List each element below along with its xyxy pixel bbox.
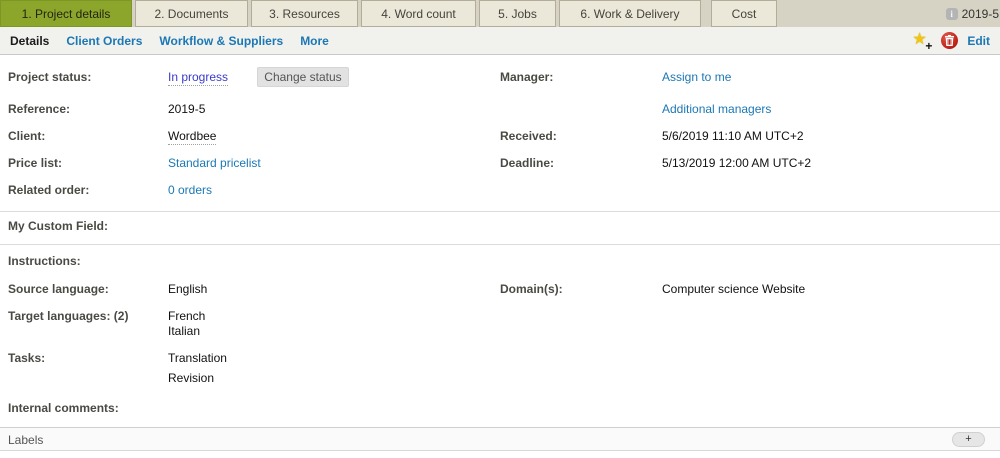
tasks-label: Tasks: — [8, 351, 45, 365]
source-language-label: Source language: — [8, 282, 109, 296]
tab-resources[interactable]: 3. Resources — [251, 0, 358, 27]
trash-icon — [945, 35, 954, 46]
nav-client-orders[interactable]: Client Orders — [66, 34, 142, 48]
received-value: 5/6/2019 11:10 AM UTC+2 — [662, 129, 804, 143]
project-tab-bar: 1. Project details 2. Documents 3. Resou… — [0, 0, 1000, 27]
change-status-button[interactable]: Change status — [257, 67, 349, 87]
tab-word-count[interactable]: 4. Word count — [361, 0, 476, 27]
section-divider — [0, 244, 1000, 245]
additional-managers-link[interactable]: Additional managers — [662, 102, 771, 116]
tab-cost[interactable]: Cost — [711, 0, 777, 27]
project-status-label: Project status: — [8, 70, 91, 84]
task-item: Translation — [168, 351, 227, 365]
nav-workflow-suppliers[interactable]: Workflow & Suppliers — [159, 34, 283, 48]
reference-value: 2019-5 — [168, 102, 205, 116]
related-order-link[interactable]: 0 orders — [168, 183, 212, 197]
project-reference-text: 2019-5 — [962, 7, 999, 21]
project-status-value: In progress — [168, 70, 228, 84]
tab-work-delivery[interactable]: 6. Work & Delivery — [559, 0, 701, 27]
tab-project-details[interactable]: 1. Project details — [0, 0, 132, 27]
nav-more[interactable]: More — [300, 34, 329, 48]
client-label: Client: — [8, 129, 45, 143]
deadline-value: 5/13/2019 12:00 AM UTC+2 — [662, 156, 811, 170]
domains-value: Computer science Website — [662, 282, 805, 296]
project-reference-header: i 2019-5 — [946, 0, 1000, 27]
project-details-panel: Project status: In progress Change statu… — [0, 55, 1000, 457]
add-favorite-icon[interactable]: ★ + — [912, 32, 932, 50]
edit-link[interactable]: Edit — [967, 34, 990, 48]
nav-details[interactable]: Details — [10, 34, 49, 48]
delete-project-icon[interactable] — [941, 32, 958, 49]
target-language-item: French — [168, 309, 205, 323]
task-item: Revision — [168, 371, 214, 385]
target-language-item: Italian — [168, 324, 200, 338]
manager-label: Manager: — [500, 70, 553, 84]
internal-comments-label: Internal comments: — [8, 401, 119, 415]
target-languages-label: Target languages: (2) — [8, 309, 128, 323]
custom-field-label: My Custom Field: — [8, 219, 108, 233]
instructions-label: Instructions: — [8, 254, 81, 268]
domains-label: Domain(s): — [500, 282, 563, 296]
plus-icon: + — [925, 41, 932, 51]
price-list-label: Price list: — [8, 156, 62, 170]
related-order-label: Related order: — [8, 183, 89, 197]
received-label: Received: — [500, 129, 557, 143]
assign-to-me-link[interactable]: Assign to me — [662, 70, 731, 84]
reference-label: Reference: — [8, 102, 70, 116]
labels-bar: Labels + — [0, 427, 1000, 451]
price-list-link[interactable]: Standard pricelist — [168, 156, 261, 170]
section-divider — [0, 211, 1000, 212]
tab-documents[interactable]: 2. Documents — [135, 0, 248, 27]
client-value: Wordbee — [168, 129, 216, 143]
add-label-button[interactable]: + — [952, 432, 985, 447]
deadline-label: Deadline: — [500, 156, 554, 170]
labels-title: Labels — [8, 433, 43, 447]
project-status-link[interactable]: In progress — [168, 70, 228, 86]
source-language-value: English — [168, 282, 207, 296]
details-nav-bar: Details Client Orders Workflow & Supplie… — [0, 27, 1000, 55]
tab-jobs[interactable]: 5. Jobs — [479, 0, 556, 27]
client-link[interactable]: Wordbee — [168, 129, 216, 145]
info-icon: i — [946, 8, 958, 20]
